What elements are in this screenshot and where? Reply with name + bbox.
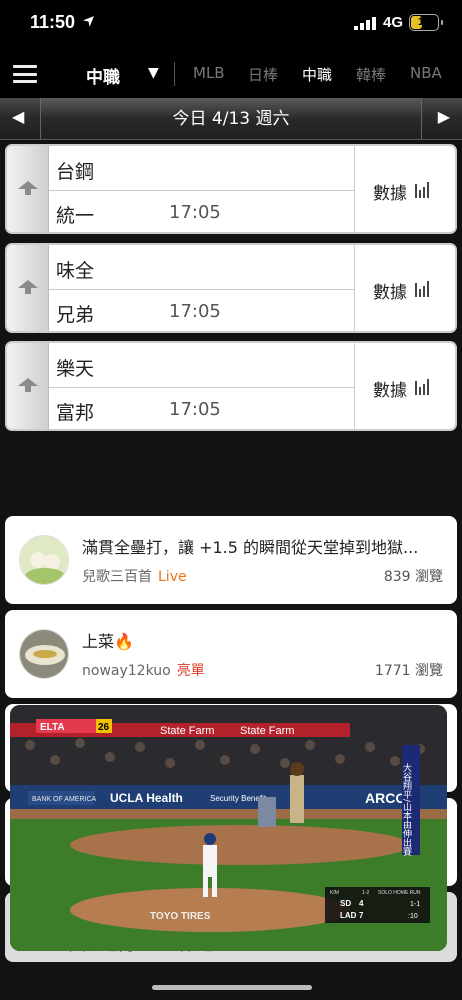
channel-number: 26 — [98, 722, 110, 733]
away-team: 統一 — [56, 205, 95, 227]
tab-kbo[interactable]: 韓棒 — [356, 64, 386, 85]
avatar — [19, 629, 69, 679]
location-arrow-icon — [83, 16, 94, 27]
view-count: 1771 瀏覽 — [374, 663, 443, 679]
pin-game-button[interactable] — [7, 343, 49, 429]
matchup[interactable]: 台鋼 統一 17:05 — [49, 146, 354, 232]
date-selector: ◀ 今日 4/13 週六 ▶ — [0, 98, 462, 140]
post-tag: Live — [158, 569, 187, 585]
post-card[interactable]: 上菜🔥 noway12kuo 亮單 1771 瀏覽 — [5, 610, 457, 698]
inning: 1-1 — [410, 901, 420, 908]
cellular-signal-icon — [354, 17, 376, 30]
home-team: 樂天 — [56, 358, 95, 380]
svg-text:TOYO TIRES: TOYO TIRES — [150, 911, 211, 922]
game-time: 17:05 — [169, 301, 221, 322]
post-title: 滿貫全壘打，讓 +1.5 的瞬間從天堂掉到地獄... — [82, 538, 419, 557]
bar-chart-icon — [415, 281, 429, 297]
battery-icon: 10 — [409, 14, 443, 31]
post-meta: 兒歌三百首 Live — [82, 566, 187, 586]
pin-arrow-icon — [18, 280, 38, 294]
game-card[interactable]: 台鋼 統一 17:05 數據 — [5, 144, 457, 234]
home-team-abbr: LAD — [340, 911, 357, 920]
network-type: 4G — [383, 14, 404, 31]
status-bar: 11:50 4G 10 — [0, 0, 462, 50]
banner-text: State Farm — [160, 725, 214, 737]
game-card[interactable]: 味全 兄弟 17:05 數據 — [5, 243, 457, 333]
post-tag: 亮單 — [176, 663, 205, 679]
current-date[interactable]: 今日 4/13 週六 — [40, 98, 422, 139]
away-score: 4 — [359, 899, 364, 908]
game-time: 17:05 — [169, 399, 221, 420]
matchup[interactable]: 味全 兄弟 17:05 — [49, 245, 354, 331]
tab-npb[interactable]: 日棒 — [248, 64, 278, 85]
ucla-ad: UCLA Health — [110, 791, 183, 805]
banner-text-2: State Farm — [240, 725, 294, 737]
avatar — [19, 535, 69, 585]
stats-label: 數據 — [373, 381, 407, 401]
post-meta: noway12kuo 亮單 — [82, 660, 205, 680]
league-dropdown[interactable]: 中職 — [86, 63, 120, 88]
away-team: 富邦 — [56, 402, 95, 424]
away-team-abbr: SD — [340, 899, 351, 908]
stats-button[interactable]: 數據 — [354, 343, 455, 429]
floating-video-player[interactable]: State Farm State Farm ELTA 26 BANK OF AM… — [10, 705, 447, 951]
divider — [174, 62, 175, 86]
away-team: 兄弟 — [56, 304, 95, 326]
pin-arrow-icon — [18, 181, 38, 195]
stats-button[interactable]: 數據 — [354, 245, 455, 331]
stats-label: 數據 — [373, 283, 407, 303]
bank-ad: BANK OF AMERICA — [32, 796, 97, 803]
game-card[interactable]: 樂天 富邦 17:05 數據 — [5, 341, 457, 431]
home-team: 味全 — [56, 260, 95, 282]
league-nav-bar: 中職 ▼ MLB 日棒 中職 韓棒 NBA — [0, 50, 462, 98]
player-caption: 大谷翔平/山本由伸出賽 — [401, 762, 412, 857]
post-author[interactable]: noway12kuo — [82, 663, 171, 679]
game-time: 17:05 — [169, 202, 221, 223]
channel-logo: ELTA — [40, 722, 65, 733]
home-score: 7 — [359, 911, 364, 920]
pin-arrow-icon — [18, 378, 38, 392]
dropdown-caret-icon[interactable]: ▼ — [148, 65, 159, 81]
menu-icon[interactable] — [13, 65, 37, 83]
video-frame: State Farm State Farm ELTA 26 BANK OF AM… — [10, 705, 447, 951]
post-card[interactable]: 滿貫全壘打，讓 +1.5 的瞬間從天堂掉到地獄... 兒歌三百首 Live 839… — [5, 516, 457, 604]
home-indicator[interactable] — [152, 985, 312, 990]
view-count: 839 瀏覽 — [383, 569, 443, 585]
bar-chart-icon — [415, 379, 429, 395]
pitch-clock: :10 — [408, 913, 418, 920]
stats-label: 數據 — [373, 184, 407, 204]
bar-chart-icon — [415, 182, 429, 198]
score-count: 1-2 — [362, 890, 369, 896]
battery-level: 10 — [417, 16, 431, 28]
pin-game-button[interactable] — [7, 146, 49, 232]
next-day-button[interactable]: ▶ — [438, 107, 450, 126]
previous-day-button[interactable]: ◀ — [12, 107, 24, 126]
pin-game-button[interactable] — [7, 245, 49, 331]
tab-cpbl[interactable]: 中職 — [302, 64, 332, 85]
stats-button[interactable]: 數據 — [354, 146, 455, 232]
score-batter: KIM — [330, 890, 339, 896]
clock: 11:50 — [30, 12, 76, 32]
tab-nba[interactable]: NBA — [410, 64, 442, 82]
post-author[interactable]: 兒歌三百首 — [82, 569, 152, 585]
post-title: 上菜🔥 — [82, 632, 134, 651]
tab-mlb[interactable]: MLB — [193, 64, 225, 82]
home-team: 台鋼 — [56, 161, 95, 183]
score-note: SOLO HOME RUN — [378, 890, 421, 896]
matchup[interactable]: 樂天 富邦 17:05 — [49, 343, 354, 429]
